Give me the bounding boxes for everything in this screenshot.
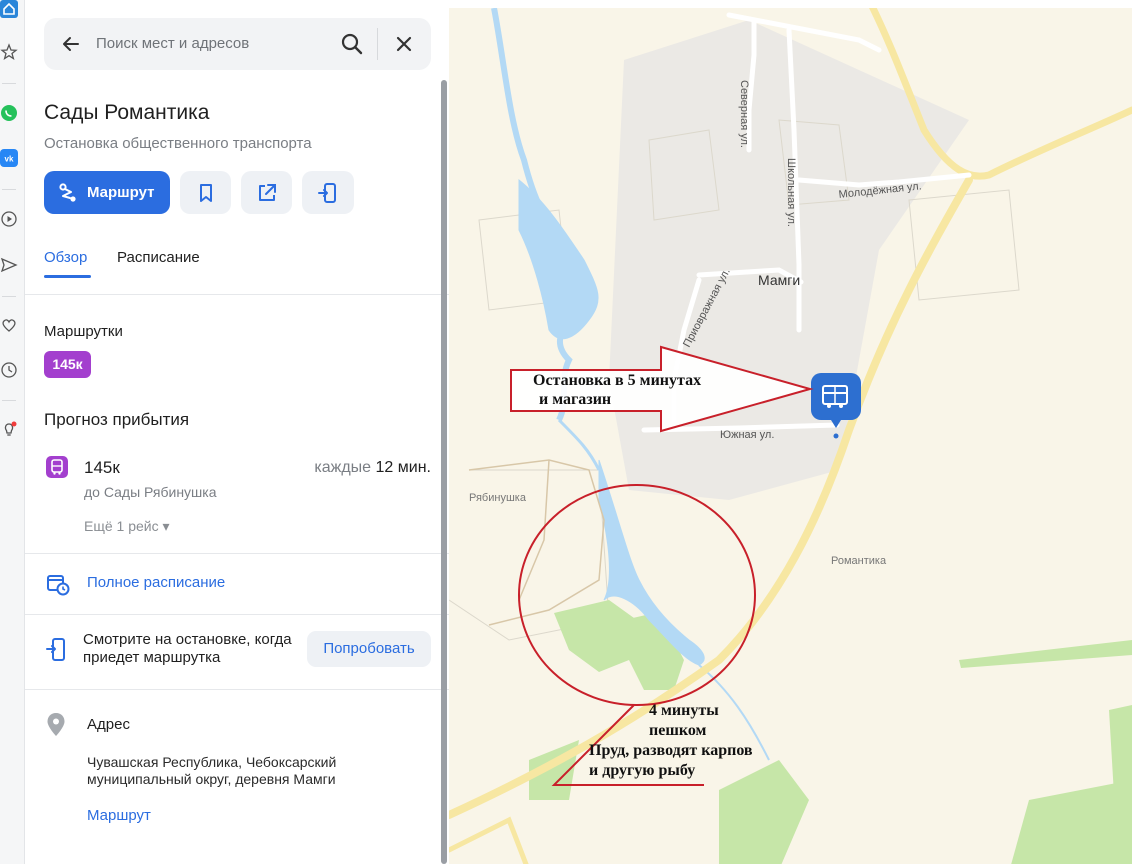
minibus-heading: Маршрутки [44,323,123,340]
svg-text:vk: vk [5,155,14,164]
bus-icon [46,456,68,478]
label-ryabinushka: Рябинушка [469,492,527,504]
close-icon[interactable] [393,33,415,55]
address-heading: Адрес [87,716,130,733]
annotation-pond-line1: Пруд, разводят карпов [589,742,753,759]
try-button[interactable]: Попробовать [307,631,431,667]
history-icon[interactable] [0,361,18,379]
send-to-phone-button[interactable] [302,171,354,214]
annotation-pond-line2: и другую рыбу [589,762,695,779]
label-romantika: Романтика [831,555,887,567]
label-village-mamgi: Мамги [758,272,800,288]
panel-scrollbar[interactable] [441,80,447,864]
tab-schedule[interactable]: Расписание [117,248,200,268]
annotation-stop-line1: Остановка в 5 минутах [533,372,701,389]
heart-icon[interactable] [0,316,18,334]
arrival-route[interactable]: 145к [84,457,120,479]
route-button-label: Маршрут [87,184,155,201]
place-panel: Поиск мест и адресов Сады Романтика Оста… [25,0,449,864]
watch-at-stop-text: Смотрите на остановке, когда приедет мар… [83,631,292,666]
address-text: Чувашская Республика, Чебоксарский муниц… [87,754,337,787]
address-route-link[interactable]: Маршрут [87,806,151,826]
share-icon [259,184,276,201]
annotation-walk-line1: 4 минуты [649,702,719,719]
paths [468,459,605,626]
frequency-value: 12 мин. [375,459,431,476]
green-areas [529,600,1132,864]
map-view[interactable]: Северная ул. Школьная ул. Молодёжная ул.… [449,0,1132,864]
arrival-destination: до Сады Рябинушка [84,484,217,500]
search-input[interactable]: Поиск мест и адресов [96,34,249,54]
bookmark-icon [200,184,212,202]
video-icon[interactable] [0,210,18,228]
back-arrow-icon[interactable] [60,33,82,55]
home-icon[interactable] [0,0,18,18]
search-bar: Поиск мест и адресов [44,18,431,70]
label-shkolnaya-street: Школьная ул. [785,158,797,227]
label-severnaya-street: Северная ул. [738,80,750,148]
map-canvas[interactable]: Северная ул. Школьная ул. Молодёжная ул.… [449,0,1132,864]
place-subtitle: Остановка общественного транспорта [44,135,312,152]
share-button[interactable] [241,171,292,214]
active-tab-indicator [44,275,91,278]
annotation-stop-line2: и магазин [539,391,611,408]
label-yuzhnaya-street: Южная ул. [720,429,774,441]
send-icon[interactable] [0,256,18,274]
app-rail: vk [0,0,25,864]
route-button[interactable]: Маршрут [44,171,170,214]
vk-icon[interactable]: vk [0,149,18,167]
arrival-frequency: каждые 12 мин. [225,457,431,479]
frequency-prefix: каждые [314,459,372,476]
search-icon[interactable] [339,31,365,57]
phone-stop-icon [45,637,69,663]
calendar-clock-icon [45,571,71,597]
annotation-walk-line2: пешком [649,722,707,739]
place-title: Сады Романтика [44,101,210,124]
phone-icon [318,183,336,203]
lightbulb-icon[interactable] [0,421,18,439]
full-schedule-link[interactable]: Полное расписание [87,573,225,593]
star-icon[interactable] [0,43,18,61]
more-trips-toggle[interactable]: Ещё 1 рейс ▾ [84,517,170,535]
route-icon [59,183,76,202]
bookmark-button[interactable] [180,171,231,214]
location-pin-icon [46,712,66,738]
tab-overview[interactable]: Обзор [44,248,87,268]
forecast-heading: Прогноз прибытия [44,410,190,429]
route-chip-145k[interactable]: 145к [44,351,91,378]
whatsapp-icon[interactable] [0,104,18,122]
